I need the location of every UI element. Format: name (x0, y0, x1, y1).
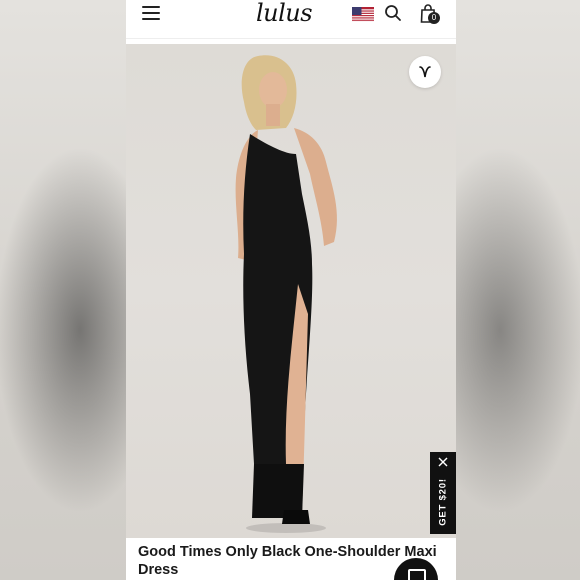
mobile-page: lulus 0 GET $20! Good Times Only Black O… (126, 0, 456, 580)
heart-icon (419, 66, 431, 78)
search-icon[interactable] (384, 4, 402, 22)
cart-count-badge: 0 (428, 12, 440, 24)
promo-tab[interactable]: GET $20! (430, 452, 456, 534)
site-header: lulus 0 (126, 0, 456, 39)
menu-icon[interactable] (142, 6, 160, 22)
model-photo (235, 55, 337, 533)
promo-label[interactable]: GET $20! (438, 478, 449, 526)
product-image[interactable] (126, 44, 456, 538)
close-icon[interactable] (438, 457, 448, 467)
favorite-button[interactable] (409, 56, 441, 88)
chat-icon (408, 569, 426, 580)
logo[interactable]: lulus (256, 0, 326, 26)
product-title: Good Times Only Black One-Shoulder Maxi … (138, 544, 437, 578)
flag-icon[interactable] (352, 7, 374, 22)
